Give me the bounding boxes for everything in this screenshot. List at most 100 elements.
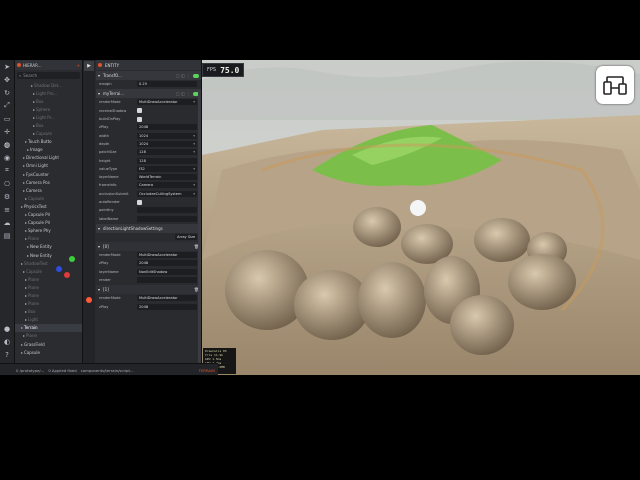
prop-input[interactable]	[137, 207, 197, 214]
prop-input[interactable]: 128	[137, 157, 197, 164]
chevron-right-icon[interactable]: ▸	[21, 342, 23, 347]
hierarchy-item[interactable]: ▸ Shadow Det...	[15, 81, 82, 89]
chevron-right-icon[interactable]: ▸	[23, 188, 25, 193]
prop-value[interactable]: NonEditShadow	[137, 268, 197, 275]
enable-toggle[interactable]	[193, 73, 199, 78]
component-tools-icon[interactable]: ▢ ◫ ⋮	[176, 73, 190, 78]
hierarchy-item[interactable]: ▸ Box	[15, 308, 82, 316]
chevron-right-icon[interactable]: ▸	[25, 220, 27, 225]
inspector-scrollbar[interactable]	[198, 90, 201, 370]
chevron-right-icon[interactable]: ▸	[23, 333, 25, 338]
chevron-right-icon[interactable]: ▸	[23, 163, 25, 168]
globe-icon[interactable]: ◍	[0, 138, 14, 151]
cursor-icon[interactable]: ➤	[0, 60, 14, 73]
hierarchy-item[interactable]: ▸ Plane	[15, 283, 82, 291]
prop-value[interactable]: MultiDrawAccelerator	[137, 252, 197, 259]
hierarchy-item[interactable]: ▸ Light Pr...	[15, 113, 82, 121]
move-icon[interactable]: ✥	[0, 73, 14, 86]
chevron-right-icon[interactable]: ▸	[25, 228, 27, 233]
prop-dropdown[interactable]: Camera	[137, 182, 197, 189]
chevron-right-icon[interactable]: ▸	[25, 301, 27, 306]
chevron-right-icon[interactable]: ▸	[25, 293, 27, 298]
chevron-right-icon[interactable]: ▸	[31, 83, 33, 88]
transform-icon[interactable]: ✛	[0, 125, 14, 138]
prop-value[interactable]: 2048	[137, 260, 197, 267]
prop-value[interactable]	[137, 277, 197, 284]
rect-icon[interactable]: ▭	[0, 112, 14, 125]
hierarchy-item[interactable]: ▸ Box	[15, 97, 82, 105]
chevron-right-icon[interactable]: ▸	[25, 196, 27, 201]
prop-dropdown[interactable]: 128	[137, 149, 197, 156]
chevron-right-icon[interactable]: ▸	[23, 172, 25, 177]
prop-dropdown[interactable]: 1024	[137, 140, 197, 147]
hierarchy-item[interactable]: ▸ Sphere	[15, 105, 82, 113]
discord-icon[interactable]: ◐	[0, 335, 14, 348]
hierarchy-item[interactable]: ▸ Light Pro...	[15, 89, 82, 97]
chevron-right-icon[interactable]: ▸	[27, 244, 29, 249]
add-icon[interactable]: +	[77, 63, 80, 68]
chevron-right-icon[interactable]: ▸	[25, 285, 27, 290]
hierarchy-item[interactable]: ▸ Plane	[15, 275, 82, 283]
status-item[interactable]: 0 /prototype/...	[16, 368, 44, 373]
prop-value[interactable]: 0.25	[137, 81, 197, 88]
hierarchy-item[interactable]: ▸ Capsule Pri	[15, 211, 82, 219]
chevron-right-icon[interactable]: ▸	[27, 147, 29, 152]
chevron-right-icon[interactable]: ▸	[33, 123, 35, 128]
array-size-field[interactable]: Array Size	[175, 233, 197, 240]
hierarchy-search[interactable]: ⌕ Search	[17, 72, 80, 79]
hierarchy-item[interactable]: ▸ Terrain	[15, 323, 82, 332]
chevron-right-icon[interactable]: ▸	[23, 269, 25, 274]
chevron-right-icon[interactable]: ▸	[33, 115, 35, 120]
hierarchy-item[interactable]: ▸ Image	[15, 146, 82, 154]
gizmo-x-handle[interactable]	[64, 272, 70, 278]
status-item[interactable]: TERRAIN	[199, 368, 218, 373]
rotate-icon[interactable]: ↻	[0, 86, 14, 99]
chevron-right-icon[interactable]: ▸	[25, 139, 27, 144]
chevron-right-icon[interactable]: ▸	[23, 155, 25, 160]
device-toggle-button[interactable]	[596, 66, 634, 104]
hierarchy-item[interactable]: ▸ Omni Light	[15, 162, 82, 170]
hierarchy-item[interactable]: ▸ Sphere Phy	[15, 227, 82, 235]
chevron-right-icon[interactable]: ▸	[21, 204, 23, 209]
hierarchy-item[interactable]: ▸ PhysicsTest	[15, 202, 82, 210]
scale-icon[interactable]: ⤢	[0, 99, 14, 112]
hierarchy-item[interactable]: ▸ Capsule	[15, 348, 82, 356]
checkbox[interactable]	[137, 108, 142, 114]
hierarchy-item[interactable]: ▸ Plane	[15, 235, 82, 243]
hierarchy-item[interactable]: ▸ Touch Butto	[15, 138, 82, 146]
chevron-right-icon[interactable]: ▸	[25, 309, 27, 314]
camera-icon[interactable]: ⎔	[0, 177, 14, 190]
prop-dropdown[interactable]: OccludeeCullingSystem	[137, 190, 197, 197]
terrain-component-header[interactable]: ▾ myTerrai... ▢ ◫ ⋮	[96, 89, 201, 99]
hierarchy-item[interactable]: ▸ Plane	[15, 300, 82, 308]
chevron-right-icon[interactable]: ▸	[23, 180, 25, 185]
chevron-right-icon[interactable]: ▸	[27, 253, 29, 258]
hierarchy-item[interactable]: ▸ Capsule	[15, 267, 82, 275]
prop-dropdown[interactable]: MultiDrawAccelerator	[137, 99, 197, 106]
terminal-icon[interactable]: ▤	[0, 229, 14, 242]
hierarchy-item[interactable]: ▸ GrassField	[15, 340, 82, 348]
snap-icon[interactable]: ⌗	[0, 164, 14, 177]
gizmo-z-handle[interactable]	[56, 266, 62, 272]
prop-value[interactable]: 2048	[137, 303, 197, 310]
chevron-right-icon[interactable]: ▸	[25, 212, 27, 217]
scene-viewport[interactable]	[202, 60, 640, 375]
prop-input[interactable]	[137, 215, 197, 222]
checkbox[interactable]	[137, 199, 142, 205]
chevron-right-icon[interactable]: ▸	[33, 131, 35, 136]
hierarchy-item[interactable]: ▸ Camera Pos	[15, 178, 82, 186]
shadow-item-header[interactable]: ▾ [1] 🗑	[96, 285, 201, 295]
chevron-right-icon[interactable]: ▸	[33, 107, 35, 112]
transform-component-header[interactable]: ▾ TransfO... ▢ ◫ ⋮	[96, 71, 201, 80]
eye-icon[interactable]: ◉	[0, 151, 14, 164]
hierarchy-item[interactable]: ▸ Capsule	[15, 194, 82, 202]
hierarchy-item[interactable]: ▸ Light	[15, 316, 82, 324]
hierarchy-item[interactable]: ▸ Directional Light	[15, 154, 82, 162]
hierarchy-item[interactable]: ▸ FpsCounter	[15, 170, 82, 178]
settings-icon[interactable]: ⚙	[0, 190, 14, 203]
checkbox[interactable]	[137, 116, 142, 122]
prop-input[interactable]: WorldTerrain	[137, 174, 197, 181]
shadow-item-header[interactable]: ▾ [0] 🗑	[96, 242, 201, 252]
play-icon[interactable]: ▶	[84, 61, 94, 71]
hierarchy-item[interactable]: ▸ Capsule	[15, 130, 82, 138]
